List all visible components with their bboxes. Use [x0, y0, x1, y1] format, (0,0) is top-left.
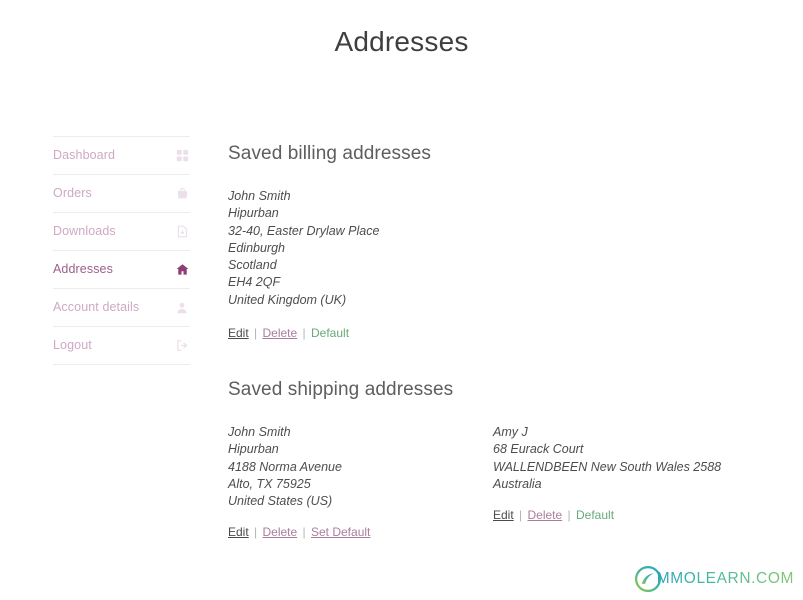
- billing-default-badge: Default: [311, 326, 350, 340]
- address-line: 32-40, Easter Drylaw Place: [228, 223, 380, 238]
- address-line: 4188 Norma Avenue: [228, 459, 342, 474]
- edit-shipping-address-1-link[interactable]: Edit: [228, 525, 249, 539]
- sign-out-icon: [174, 338, 190, 354]
- edit-billing-address-link[interactable]: Edit: [228, 326, 249, 340]
- sidebar-item-label: Downloads: [53, 224, 116, 239]
- sidebar-item-label: Logout: [53, 338, 92, 353]
- address-line: 68 Eurack Court: [493, 442, 584, 457]
- delete-shipping-address-1-link[interactable]: Delete: [263, 525, 298, 539]
- address-line: John Smith: [228, 189, 291, 203]
- action-separator: |: [254, 326, 258, 340]
- watermark: MMOLEARN.COM: [634, 565, 794, 593]
- download-file-icon: [174, 224, 190, 240]
- address-line: Edinburgh: [228, 240, 285, 255]
- address-line: Amy J: [493, 425, 528, 439]
- page-title: Addresses: [334, 26, 469, 57]
- sidebar-item-logout[interactable]: Logout: [53, 327, 190, 365]
- sidebar-item-downloads[interactable]: Downloads: [53, 213, 190, 251]
- sidebar-item-label: Dashboard: [53, 148, 116, 163]
- address-line: Scotland: [228, 258, 277, 273]
- sidebar-item-orders[interactable]: Orders: [53, 175, 190, 213]
- nav-list: Dashboard Orders Downloads Addresses Acc…: [53, 136, 190, 365]
- shipping-address-1: John Smith Hipurban 4188 Norma Avenue Al…: [228, 424, 478, 510]
- billing-heading: Saved billing addresses: [228, 143, 431, 164]
- sidebar-item-account-details[interactable]: Account details: [53, 289, 190, 327]
- dashboard-icon: [174, 148, 190, 164]
- shipping-heading: Saved shipping addresses: [228, 379, 454, 400]
- address-line: United Kingdom (UK): [228, 292, 347, 307]
- action-separator: |: [567, 508, 571, 522]
- address-line: Australia: [493, 476, 542, 491]
- delete-billing-address-link[interactable]: Delete: [263, 326, 298, 340]
- address-line: EH4 2QF: [228, 275, 281, 290]
- action-separator: |: [254, 525, 258, 539]
- home-icon: [174, 262, 190, 278]
- set-default-shipping-address-1-link[interactable]: Set Default: [311, 525, 370, 539]
- billing-address: John Smith Hipurban 32-40, Easter Drylaw…: [228, 188, 379, 309]
- edit-shipping-address-2-link[interactable]: Edit: [493, 508, 514, 522]
- address-line: Alto, TX 75925: [228, 476, 311, 491]
- action-separator: |: [302, 326, 306, 340]
- orders-bag-icon: [174, 186, 190, 202]
- sidebar-item-label: Addresses: [53, 262, 113, 277]
- action-separator: |: [519, 508, 523, 522]
- sidebar-item-dashboard[interactable]: Dashboard: [53, 137, 190, 175]
- action-separator: |: [302, 525, 306, 539]
- address-line: John Smith: [228, 425, 291, 439]
- shipping-address-2: Amy J 68 Eurack Court WALLENDBEEN New So…: [493, 424, 743, 493]
- address-line: WALLENDBEEN New South Wales 2588: [493, 459, 722, 474]
- shipping-address-2-default-badge: Default: [576, 508, 615, 522]
- address-line: Hipurban: [228, 442, 279, 457]
- user-icon: [174, 300, 190, 316]
- watermark-text: MMOLEARN.COM: [656, 570, 794, 587]
- sidebar-item-addresses[interactable]: Addresses: [53, 251, 190, 289]
- address-line: United States (US): [228, 494, 333, 509]
- billing-address-actions: Edit | Delete | Default: [228, 326, 349, 340]
- delete-shipping-address-2-link[interactable]: Delete: [528, 508, 563, 522]
- sidebar-item-label: Orders: [53, 186, 92, 201]
- shipping-address-1-actions: Edit | Delete | Set Default: [228, 525, 370, 539]
- shipping-address-2-actions: Edit | Delete | Default: [493, 508, 614, 522]
- address-line: Hipurban: [228, 206, 279, 221]
- account-navigation: Dashboard Orders Downloads Addresses Acc…: [53, 136, 190, 365]
- sidebar-item-label: Account details: [53, 300, 140, 315]
